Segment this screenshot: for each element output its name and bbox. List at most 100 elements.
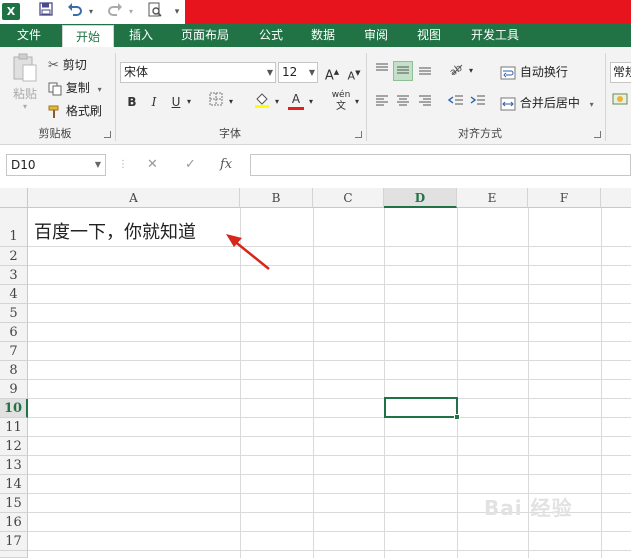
tab-view[interactable]: 视图	[406, 24, 452, 47]
selected-cell-d10[interactable]	[384, 397, 458, 418]
alignment-launcher-icon[interactable]	[594, 131, 601, 138]
font-color-button[interactable]: A	[286, 92, 306, 112]
row-header-9[interactable]: 9	[0, 380, 28, 399]
copy-dropdown-icon[interactable]: ▾	[98, 85, 102, 94]
tab-formulas[interactable]: 公式	[248, 24, 294, 47]
gridline	[28, 303, 631, 304]
align-bottom-button[interactable]	[415, 61, 435, 81]
align-center-button[interactable]	[393, 92, 413, 112]
print-preview-icon[interactable]	[146, 2, 164, 22]
row-header-14[interactable]: 14	[0, 475, 28, 494]
fill-color-dropdown-icon[interactable]: ▾	[272, 92, 282, 112]
wrap-text-button[interactable]: 自动换行	[500, 63, 568, 80]
column-header-d[interactable]: D	[384, 188, 457, 208]
bold-button[interactable]: B	[122, 92, 142, 112]
italic-button[interactable]: I	[144, 92, 164, 112]
align-middle-button[interactable]	[393, 61, 413, 81]
clipboard-launcher-icon[interactable]	[104, 131, 111, 138]
font-name-dropdown-icon[interactable]: ▼	[267, 63, 273, 82]
tab-developer[interactable]: 开发工具	[460, 24, 530, 47]
cell-a1[interactable]: 百度一下，你就知道	[34, 218, 196, 244]
row-header-8[interactable]: 8	[0, 361, 28, 380]
fill-color-button[interactable]	[252, 92, 272, 112]
tab-file[interactable]: 文件	[0, 24, 58, 47]
name-box[interactable]: D10 ▼	[6, 154, 106, 176]
row-header-2[interactable]: 2	[0, 247, 28, 266]
save-icon[interactable]	[36, 2, 56, 22]
font-color-dropdown-icon[interactable]: ▾	[306, 92, 316, 112]
insert-function-button[interactable]: fx	[220, 154, 232, 176]
font-size-dropdown-icon[interactable]: ▼	[309, 63, 315, 82]
column-header-e[interactable]: E	[457, 188, 528, 208]
worksheet-grid[interactable]: A B C D E F 1 2 3 4 5 6 7 8 9 10 11 12 1…	[0, 188, 631, 558]
font-name-combo[interactable]: 宋体 ▼	[120, 62, 276, 83]
column-header-f[interactable]: F	[528, 188, 601, 208]
align-left-button[interactable]	[372, 92, 392, 112]
formula-input[interactable]	[250, 154, 631, 176]
row-header-5[interactable]: 5	[0, 304, 28, 323]
number-format-combo[interactable]: 常规	[610, 62, 631, 83]
merge-dropdown-icon[interactable]: ▾	[590, 100, 594, 109]
gridline	[28, 379, 631, 380]
phonetic-button[interactable]: wén 文	[328, 90, 354, 112]
select-all-corner[interactable]	[0, 188, 28, 208]
align-bottom-icon	[419, 67, 431, 75]
name-box-dropdown-icon[interactable]: ▼	[95, 155, 101, 175]
row-header-4[interactable]: 4	[0, 285, 28, 304]
row-header-7[interactable]: 7	[0, 342, 28, 361]
cancel-icon[interactable]: ✕	[147, 154, 158, 176]
column-header-b[interactable]: B	[240, 188, 313, 208]
row-header-11[interactable]: 11	[0, 418, 28, 437]
row-header-12[interactable]: 12	[0, 437, 28, 456]
align-top-button[interactable]	[372, 61, 392, 81]
redo-icon[interactable]	[106, 2, 124, 22]
format-painter-button[interactable]: 格式刷	[48, 102, 102, 119]
svg-text:ab: ab	[448, 63, 464, 75]
row-header-18[interactable]	[0, 551, 28, 558]
phonetic-sub: 文	[336, 101, 346, 112]
font-size-combo[interactable]: 12 ▼	[278, 62, 318, 83]
customize-qat-icon[interactable]: ▾	[172, 2, 182, 22]
font-launcher-icon[interactable]	[355, 131, 362, 138]
underline-button[interactable]: U	[166, 92, 186, 112]
redo-dropdown-icon[interactable]: ▾	[126, 2, 136, 22]
row-header-10[interactable]: 10	[0, 399, 28, 418]
orientation-dropdown-icon[interactable]: ▾	[466, 61, 476, 81]
align-right-button[interactable]	[415, 92, 435, 112]
accounting-format-button[interactable]	[610, 92, 630, 112]
borders-button[interactable]	[206, 92, 226, 112]
gridline	[28, 417, 631, 418]
row-header-13[interactable]: 13	[0, 456, 28, 475]
merge-center-button[interactable]: 合并后居中 ▾	[500, 94, 594, 111]
tab-insert[interactable]: 插入	[118, 24, 164, 47]
row-header-3[interactable]: 3	[0, 266, 28, 285]
fill-handle[interactable]	[454, 414, 460, 420]
tab-home[interactable]: 开始	[62, 25, 114, 48]
column-header-c[interactable]: C	[313, 188, 384, 208]
tab-data[interactable]: 数据	[300, 24, 346, 47]
row-header-17[interactable]: 17	[0, 532, 28, 551]
tab-page-layout[interactable]: 页面布局	[170, 24, 240, 47]
row-header-16[interactable]: 16	[0, 513, 28, 532]
undo-dropdown-icon[interactable]: ▾	[86, 2, 96, 22]
decrease-indent-button[interactable]	[446, 92, 466, 112]
paste-button[interactable]: 粘贴 ▾	[8, 53, 42, 117]
shrink-font-button[interactable]: A▼	[344, 63, 364, 83]
paste-dropdown-icon[interactable]: ▾	[8, 102, 42, 111]
tab-review[interactable]: 审阅	[353, 24, 399, 47]
enter-icon[interactable]: ✓	[185, 154, 196, 176]
row-header-15[interactable]: 15	[0, 494, 28, 513]
phonetic-dropdown-icon[interactable]: ▾	[352, 92, 362, 112]
orientation-button[interactable]: ab	[446, 61, 466, 81]
increase-indent-button[interactable]	[468, 92, 488, 112]
cut-button[interactable]: ✂ 剪切	[48, 56, 87, 73]
row-header-6[interactable]: 6	[0, 323, 28, 342]
grow-font-button[interactable]: A▲	[322, 62, 342, 83]
borders-dropdown-icon[interactable]: ▾	[226, 92, 236, 112]
row-header-1[interactable]: 1	[0, 208, 28, 247]
undo-icon[interactable]	[66, 2, 84, 22]
copy-button[interactable]: 复制 ▾	[48, 79, 102, 96]
underline-dropdown-icon[interactable]: ▾	[184, 92, 194, 112]
column-header-a[interactable]: A	[28, 188, 240, 208]
column-header-g-partial[interactable]	[601, 188, 631, 208]
